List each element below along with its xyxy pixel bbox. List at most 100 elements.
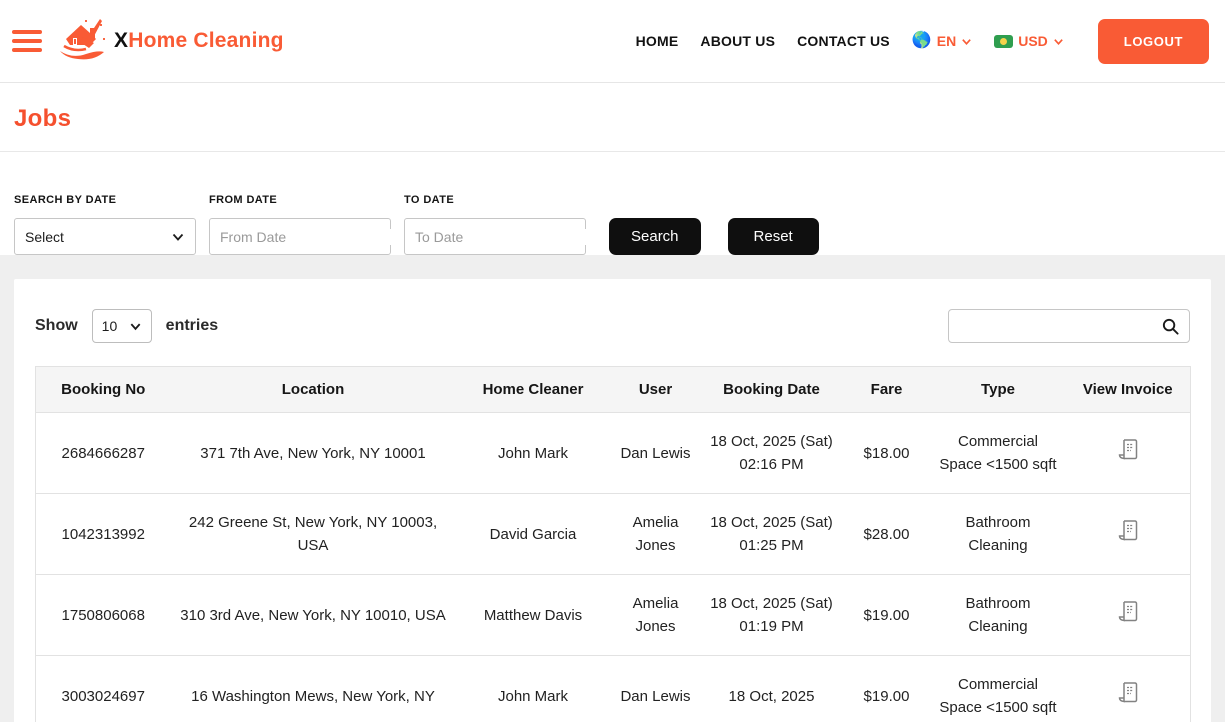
cell-view-invoice <box>1065 655 1191 722</box>
search-by-date-value: Select <box>25 228 64 245</box>
cell-fare: $19.00 <box>842 655 931 722</box>
cell-fare: $18.00 <box>842 412 931 494</box>
col-booking-date[interactable]: Booking Date <box>700 366 843 413</box>
cell-view-invoice <box>1065 412 1191 494</box>
invoice-icon <box>1118 681 1137 702</box>
invoice-icon <box>1118 600 1137 621</box>
search-button[interactable]: Search <box>609 218 701 255</box>
show-label: Show <box>35 317 78 334</box>
table-row: 3003024697 16 Washington Mews, New York,… <box>35 655 1191 722</box>
to-date-label: TO DATE <box>404 194 455 206</box>
cell-location: 371 7th Ave, New York, NY 10001 <box>170 412 456 494</box>
currency-selected: USD <box>1018 33 1048 49</box>
chevron-down-icon <box>130 323 141 330</box>
logout-button[interactable]: LOGOUT <box>1097 18 1209 64</box>
chevron-down-icon <box>172 233 184 241</box>
cell-home-cleaner: John Mark <box>455 655 611 722</box>
cell-booking-date: 18 Oct, 2025 (Sat) 02:16 PM <box>700 412 843 494</box>
jobs-table-card: Show 10 entries Booking No Location Home… <box>14 279 1211 722</box>
entries-label: entries <box>165 317 219 334</box>
page-size-select[interactable]: 10 <box>91 309 152 343</box>
nav-contact-us[interactable]: CONTACT US <box>797 33 890 49</box>
cell-location: 242 Greene St, New York, NY 10003, USA <box>170 493 456 575</box>
cell-view-invoice <box>1065 574 1191 656</box>
filter-search-by-date: SEARCH BY DATE Select <box>14 194 196 255</box>
cell-booking-date: 18 Oct, 2025 <box>700 655 843 722</box>
cell-fare: $28.00 <box>842 493 931 575</box>
nav-about-us[interactable]: ABOUT US <box>700 33 775 49</box>
menu-hamburger-icon[interactable] <box>12 30 42 52</box>
col-home-cleaner[interactable]: Home Cleaner <box>455 366 611 413</box>
col-view-invoice[interactable]: View Invoice <box>1065 366 1191 413</box>
language-selected: EN <box>936 33 957 49</box>
table-header-row: Booking No Location Home Cleaner User Bo… <box>35 366 1191 413</box>
brand-name: XHome Cleaning <box>114 29 284 52</box>
banknote-icon <box>994 34 1014 48</box>
table-row: 1042313992 242 Greene St, New York, NY 1… <box>35 493 1191 575</box>
col-location[interactable]: Location <box>170 366 456 413</box>
cell-booking-no: 1750806068 <box>35 574 171 656</box>
from-date-field <box>209 218 401 255</box>
top-header: XHome Cleaning HOME ABOUT US CONTACT US … <box>0 0 1225 83</box>
to-date-input[interactable] <box>415 228 596 245</box>
page-size-value: 10 <box>101 318 118 334</box>
invoice-icon <box>1118 519 1137 540</box>
reset-button[interactable]: Reset <box>727 218 819 255</box>
cell-type: Commercial Space <1500 sqft <box>930 412 1066 494</box>
nav-home[interactable]: HOME <box>636 33 679 49</box>
cell-booking-no: 2684666287 <box>35 412 171 494</box>
table-body: 2684666287 371 7th Ave, New York, NY 100… <box>35 412 1191 722</box>
table-search-box <box>948 309 1190 343</box>
chevron-down-icon <box>962 38 972 45</box>
cell-booking-no: 1042313992 <box>35 493 171 575</box>
title-bar: Jobs <box>0 83 1225 152</box>
brand-logo-icon <box>56 15 108 68</box>
cell-home-cleaner: Matthew Davis <box>455 574 611 656</box>
col-booking-no[interactable]: Booking No <box>35 366 171 413</box>
jobs-table: Booking No Location Home Cleaner User Bo… <box>35 366 1191 722</box>
cell-user: Amelia Jones <box>610 574 701 656</box>
col-type[interactable]: Type <box>930 366 1066 413</box>
cell-location: 310 3rd Ave, New York, NY 10010, USA <box>170 574 456 656</box>
cell-user: Amelia Jones <box>610 493 701 575</box>
globe-icon: 🌎 <box>911 32 932 49</box>
cell-home-cleaner: David Garcia <box>455 493 611 575</box>
to-date-field <box>404 218 596 255</box>
cell-fare: $19.00 <box>842 574 931 656</box>
cell-booking-date: 18 Oct, 2025 (Sat) 01:19 PM <box>700 574 843 656</box>
cell-booking-date: 18 Oct, 2025 (Sat) 01:25 PM <box>700 493 843 575</box>
col-fare[interactable]: Fare <box>842 366 931 413</box>
view-invoice-button[interactable] <box>1116 680 1140 709</box>
view-invoice-button[interactable] <box>1116 599 1140 628</box>
cell-user: Dan Lewis <box>610 412 701 494</box>
table-row: 2684666287 371 7th Ave, New York, NY 100… <box>35 412 1191 494</box>
view-invoice-button[interactable] <box>1116 437 1140 466</box>
col-user[interactable]: User <box>610 366 701 413</box>
cell-home-cleaner: John Mark <box>455 412 611 494</box>
from-date-label: FROM DATE <box>209 194 278 206</box>
table-controls: Show 10 entries <box>35 309 1190 343</box>
currency-dropdown[interactable]: USD <box>994 33 1064 49</box>
main-nav: HOME ABOUT US CONTACT US 🌎 EN USD LOGOUT <box>636 18 1209 64</box>
cell-user: Dan Lewis <box>610 655 701 722</box>
cell-view-invoice <box>1065 493 1191 575</box>
invoice-icon <box>1118 438 1137 459</box>
brand-logo[interactable]: XHome Cleaning <box>56 15 284 68</box>
content-area: Show 10 entries Booking No Location Home… <box>0 255 1225 722</box>
page-title: Jobs <box>14 105 72 132</box>
search-by-date-select[interactable]: Select <box>14 218 196 255</box>
search-icon[interactable] <box>1161 317 1180 336</box>
table-search-input[interactable] <box>958 318 1161 334</box>
cell-location: 16 Washington Mews, New York, NY <box>170 655 456 722</box>
language-dropdown[interactable]: 🌎 EN <box>912 33 972 49</box>
filters-bar: SEARCH BY DATE Select FROM DATE TO DATE <box>0 152 1225 255</box>
cell-type: Bathroom Cleaning <box>930 574 1066 656</box>
table-row: 1750806068 310 3rd Ave, New York, NY 100… <box>35 574 1191 656</box>
filter-from-date: FROM DATE <box>209 194 401 255</box>
chevron-down-icon <box>1053 38 1063 45</box>
from-date-input[interactable] <box>220 228 401 245</box>
view-invoice-button[interactable] <box>1116 518 1140 547</box>
cell-type: Bathroom Cleaning <box>930 493 1066 575</box>
filter-to-date: TO DATE <box>404 194 596 255</box>
search-by-date-label: SEARCH BY DATE <box>14 194 117 206</box>
